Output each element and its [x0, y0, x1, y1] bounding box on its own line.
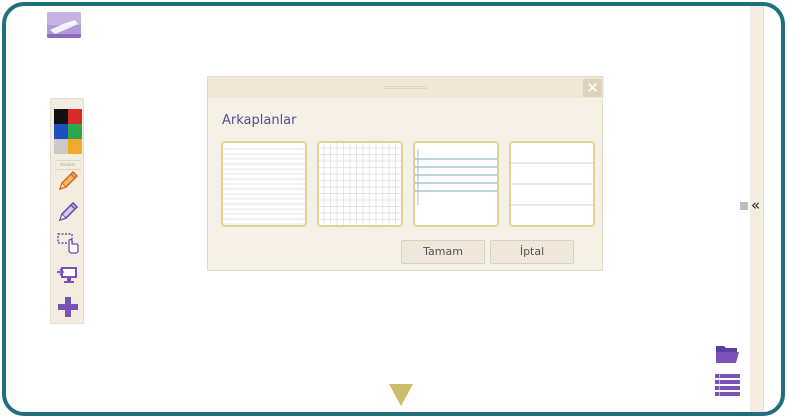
page-list-icon[interactable] — [715, 374, 740, 398]
close-icon[interactable]: ✕ — [583, 79, 602, 97]
panel-handle[interactable] — [740, 202, 748, 210]
add-icon[interactable] — [56, 295, 80, 319]
background-option-lined[interactable] — [221, 141, 307, 227]
color-swatch-gray[interactable] — [54, 139, 68, 154]
screen-share-icon[interactable] — [56, 263, 80, 287]
cancel-button[interactable]: İptal — [490, 240, 574, 264]
color-swatch-green[interactable] — [68, 124, 82, 139]
color-swatch-black[interactable] — [54, 109, 68, 124]
left-toolbar: Renkler — [50, 98, 84, 324]
background-option-grid[interactable] — [317, 141, 403, 227]
highlighter-icon[interactable] — [56, 200, 80, 224]
background-option-music-staff[interactable] — [413, 141, 499, 227]
color-swatch-blue[interactable] — [54, 124, 68, 139]
background-option-wide-lined[interactable] — [509, 141, 595, 227]
app-logo[interactable] — [47, 12, 81, 38]
pencil-icon[interactable] — [56, 169, 80, 193]
chevron-down-icon[interactable] — [389, 384, 413, 406]
color-swatch-orange[interactable] — [68, 139, 82, 154]
selection-icon[interactable] — [56, 231, 80, 255]
dialog-titlebar[interactable]: ✕ — [208, 77, 604, 98]
dialog-title: Arkaplanlar — [222, 113, 297, 128]
folder-open-icon[interactable] — [715, 344, 740, 364]
collapse-panel-icon[interactable]: « — [751, 196, 760, 214]
color-palette — [54, 109, 82, 154]
ok-button[interactable]: Tamam — [401, 240, 485, 264]
drag-grip[interactable] — [385, 86, 427, 89]
color-swatch-red[interactable] — [68, 109, 82, 124]
backgrounds-dialog: ✕ Arkaplanlar Tamam İptal — [207, 76, 604, 271]
